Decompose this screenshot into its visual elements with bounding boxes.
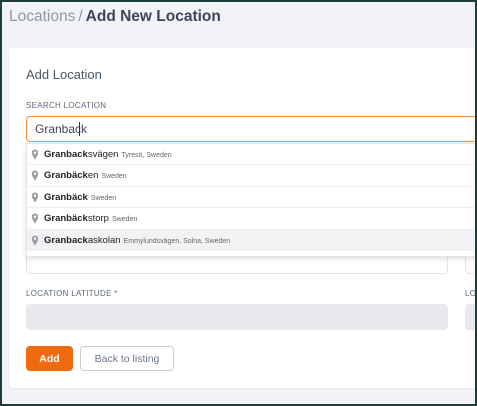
suggestion-secondary: Tyresö, Sweden (121, 152, 172, 159)
suggestion-secondary: Sweden (111, 216, 138, 224)
breadcrumb: Locations / Add New Location (9, 8, 221, 26)
longitude-label: LO (465, 289, 477, 298)
page-title: Add New Location (85, 8, 221, 25)
autocomplete-dropdown: Granbacksvägen Tyresö, Sweden Granbäcken S… (26, 143, 475, 257)
add-location-card: Add Location SEARCH LOCATION Granbacksvä… (9, 48, 477, 388)
suggestion-match: Granback (44, 234, 88, 246)
map-pin-icon (31, 213, 39, 224)
suggestion-item[interactable]: Granbackaskolan Emmylundsvägen, Solna, Sw… (27, 229, 475, 251)
suggestion-rest: svägen (87, 149, 119, 160)
map-pin-icon (31, 170, 39, 181)
suggestion-item[interactable]: Granbäck Sweden (27, 187, 475, 209)
search-location-input[interactable] (26, 116, 475, 142)
map-pin-icon (31, 192, 39, 203)
card-title: Add Location (26, 67, 102, 82)
suggestion-item[interactable]: Granbäcken Sweden (27, 165, 475, 187)
add-button[interactable]: Add (26, 346, 73, 371)
suggestion-rest: askolan (87, 234, 121, 246)
back-to-listing-button[interactable]: Back to listing (80, 346, 174, 371)
suggestion-match: Granbäck (44, 213, 88, 225)
suggestion-item[interactable]: Granbäckstorp Sweden (27, 208, 475, 230)
suggestion-match: Granbäck (44, 170, 88, 182)
suggestion-rest: en (87, 170, 99, 182)
suggestion-match: Granbäck (44, 191, 88, 203)
breadcrumb-parent[interactable]: Locations (9, 8, 75, 25)
latitude-input (26, 304, 448, 330)
text-caret (79, 122, 80, 136)
suggestion-rest: storp (87, 213, 109, 225)
map-pin-icon (31, 235, 39, 246)
breadcrumb-separator: / (78, 8, 83, 25)
suggestion-secondary: Emmylundsvägen, Solna, Sweden (123, 237, 231, 245)
search-location-label: SEARCH LOCATION (26, 101, 107, 110)
suggestion-secondary: Sweden (101, 173, 127, 181)
suggestion-match: Granback (44, 149, 88, 160)
app-frame: Locations / Add New Location Add Location … (0, 0, 477, 406)
suggestion-item[interactable]: Granbacksvägen Tyresö, Sweden (27, 144, 475, 166)
map-pin-icon (31, 149, 39, 160)
latitude-label: LOCATION LATITUDE * (26, 289, 118, 298)
suggestion-secondary: Sweden (90, 194, 117, 202)
longitude-input (465, 304, 475, 330)
